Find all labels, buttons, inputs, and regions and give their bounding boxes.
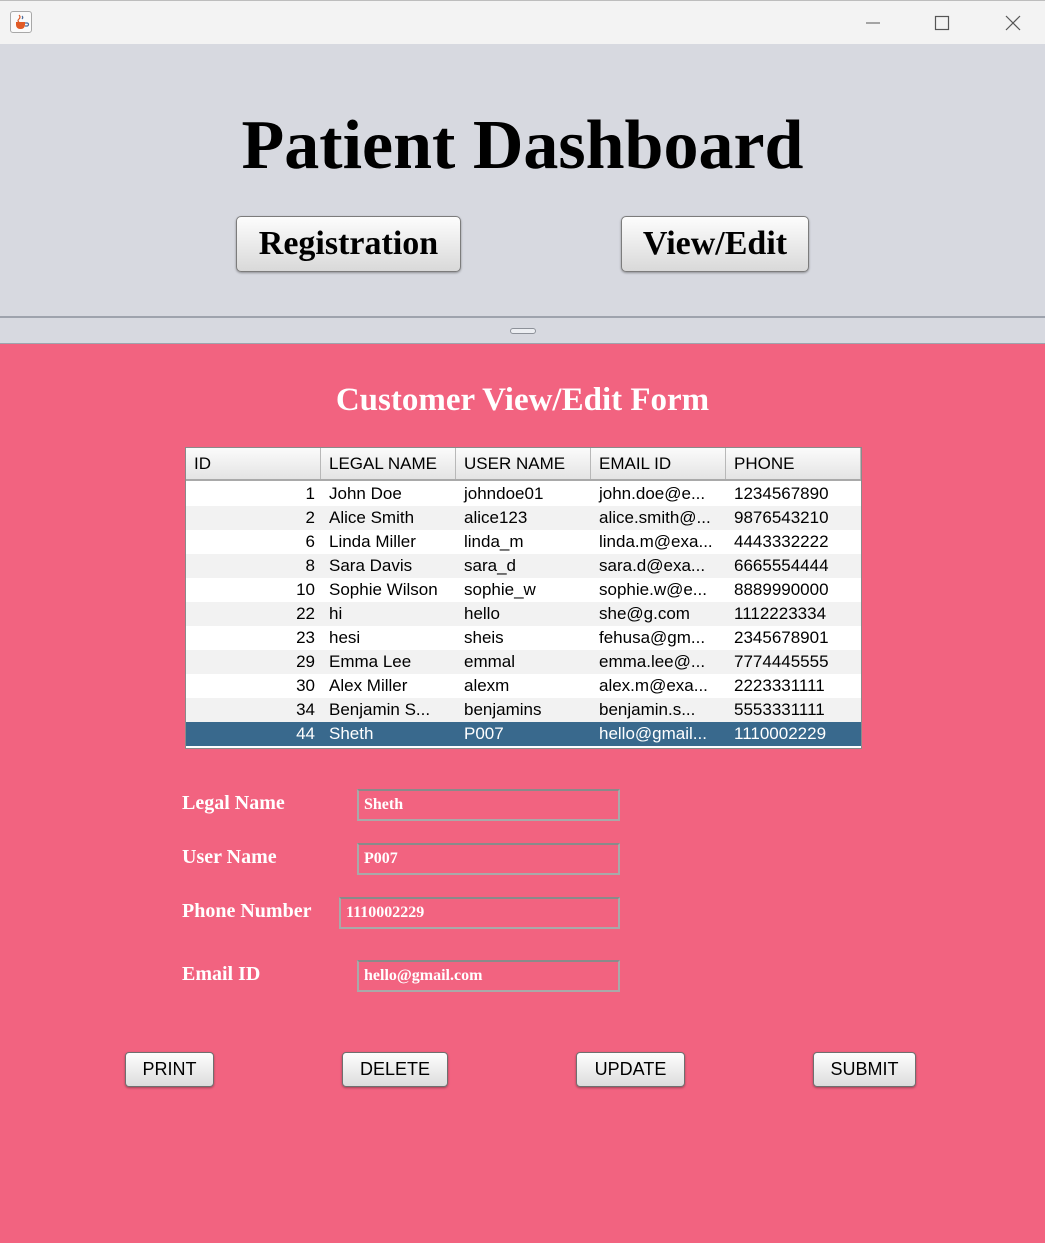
cell-user-name: sara_d: [464, 556, 516, 575]
view-edit-form-panel: Customer View/Edit Form ID LEGAL NAME US…: [0, 344, 1045, 1243]
cell-user-name: hello: [464, 604, 500, 623]
form-title: Customer View/Edit Form: [335, 382, 710, 418]
cell-user-name: alice123: [464, 508, 528, 527]
user-name-label: User Name: [182, 846, 277, 868]
customer-table: ID LEGAL NAME USER NAME EMAIL ID PHONE 1…: [185, 447, 862, 749]
cell-phone: 5553331111: [734, 700, 825, 719]
close-icon[interactable]: [990, 7, 1036, 39]
column-header-email-id[interactable]: EMAIL ID: [591, 448, 726, 479]
cell-user-name: linda_m: [464, 532, 524, 551]
column-header-legal-name[interactable]: LEGAL NAME: [321, 448, 456, 479]
cell-user-name: johndoe01: [464, 484, 544, 503]
cell-user-name: P007: [464, 724, 504, 743]
cell-legal-name: hesi: [329, 628, 361, 647]
table-row[interactable]: 23 hesi sheis fehusa@gm... 2345678901: [186, 626, 861, 650]
cell-email-id: sara.d@exa...: [599, 556, 706, 575]
cell-id: 10: [296, 580, 315, 599]
cell-user-name: sheis: [464, 628, 504, 647]
split-pane-divider[interactable]: [0, 316, 1045, 344]
delete-button[interactable]: DELETE: [342, 1052, 448, 1087]
cell-phone: 7774445555: [734, 652, 829, 671]
window-titlebar: [0, 0, 1045, 44]
cell-user-name: emmal: [464, 652, 516, 671]
table-row[interactable]: 1 John Doe johndoe01 john.doe@e... 123456789…: [186, 482, 861, 506]
cell-legal-name: Emma Lee: [329, 652, 412, 671]
java-coffee-icon: [10, 11, 32, 33]
page-title: Patient Dashboard: [241, 107, 804, 184]
cell-id: 34: [296, 700, 315, 719]
cell-email-id: she@g.com: [599, 604, 690, 623]
column-header-phone[interactable]: PHONE: [726, 448, 861, 479]
cell-email-id: alice.smith@...: [599, 508, 711, 527]
cell-id: 22: [296, 604, 315, 623]
cell-legal-name: Benjamin S...: [329, 700, 431, 719]
cell-phone: 9876543210: [734, 508, 829, 527]
cell-phone: 2345678901: [734, 628, 829, 647]
cell-email-id: benjamin.s...: [599, 700, 696, 719]
legal-name-label: Legal Name: [182, 792, 285, 814]
table-row[interactable]: 34 Benjamin S... benjamins benjamin.s... 555…: [186, 698, 861, 722]
table-header: ID LEGAL NAME USER NAME EMAIL ID PHONE: [186, 448, 861, 481]
user-name-field[interactable]: P007: [357, 843, 620, 875]
update-button[interactable]: UPDATE: [576, 1052, 685, 1087]
submit-button[interactable]: SUBMIT: [813, 1052, 916, 1087]
table-row[interactable]: 10 Sophie Wilson sophie_w sophie.w@e... 8889…: [186, 578, 861, 602]
cell-id: 8: [305, 556, 315, 575]
cell-user-name: benjamins: [464, 700, 542, 719]
table-row[interactable]: 6 Linda Miller linda_m linda.m@exa... 444333…: [186, 530, 861, 554]
registration-button[interactable]: Registration: [236, 216, 461, 272]
cell-phone: 6665554444: [734, 556, 829, 575]
cell-legal-name: Alice Smith: [329, 508, 415, 527]
column-header-id[interactable]: ID: [186, 448, 321, 479]
cell-phone: 1110002229: [734, 724, 827, 743]
cell-email-id: fehusa@gm...: [599, 628, 706, 647]
cell-email-id: alex.m@exa...: [599, 676, 708, 695]
email-id-label: Email ID: [182, 963, 261, 985]
cell-email-id: emma.lee@...: [599, 652, 706, 671]
cell-legal-name: John Doe: [329, 484, 402, 503]
table-row[interactable]: 29 Emma Lee emmal emma.lee@... 7774445555: [186, 650, 861, 674]
print-button[interactable]: PRINT: [125, 1052, 214, 1087]
cell-legal-name: Sara Davis: [329, 556, 413, 575]
cell-id: 29: [296, 652, 315, 671]
cell-legal-name: Sophie Wilson: [329, 580, 438, 599]
cell-phone: 1112223334: [734, 604, 827, 623]
cell-id: 2: [305, 508, 315, 527]
cell-id: 44: [296, 724, 315, 743]
table-row[interactable]: 8 Sara Davis sara_d sara.d@exa... 6665554444: [186, 554, 861, 578]
view-edit-button[interactable]: View/Edit: [621, 216, 809, 272]
table-row[interactable]: 44 Sheth P007 hello@gmail... 1110002229: [186, 722, 861, 746]
cell-phone: 4443332222: [734, 532, 829, 551]
cell-email-id: linda.m@exa...: [599, 532, 713, 551]
table-body: 1 John Doe johndoe01 john.doe@e... 123456789…: [186, 482, 861, 746]
cell-user-name: alexm: [464, 676, 510, 695]
cell-id: 1: [305, 484, 315, 503]
cell-phone: 8889990000: [734, 580, 829, 599]
cell-user-name: sophie_w: [464, 580, 536, 599]
cell-legal-name: Linda Miller: [329, 532, 416, 551]
cell-email-id: john.doe@e...: [599, 484, 706, 503]
cell-id: 6: [305, 532, 315, 551]
legal-name-field[interactable]: Sheth: [357, 789, 620, 821]
cell-legal-name: Alex Miller: [329, 676, 408, 695]
cell-email-id: hello@gmail...: [599, 724, 707, 743]
cell-legal-name: hi: [329, 604, 343, 623]
cell-legal-name: Sheth: [329, 724, 374, 743]
maximize-icon[interactable]: [919, 7, 965, 39]
cell-phone: 1234567890: [734, 484, 829, 503]
column-header-user-name[interactable]: USER NAME: [456, 448, 591, 479]
minimize-icon[interactable]: [850, 7, 896, 39]
cell-email-id: sophie.w@e...: [599, 580, 707, 599]
email-id-field[interactable]: hello@gmail.com: [357, 960, 620, 992]
cell-id: 23: [296, 628, 315, 647]
phone-number-field[interactable]: 1110002229: [339, 897, 620, 929]
cell-id: 30: [296, 676, 315, 695]
phone-number-label: Phone Number: [182, 900, 312, 922]
table-row[interactable]: 30 Alex Miller alexm alex.m@exa... 222333111…: [186, 674, 861, 698]
table-row[interactable]: 22 hi hello she@g.com 1112223334: [186, 602, 861, 626]
cell-phone: 2223331111: [734, 676, 825, 695]
divider-grip-handle[interactable]: [510, 328, 536, 334]
table-row[interactable]: 2 Alice Smith alice123 alice.smith@... 98765…: [186, 506, 861, 530]
dashboard-header-panel: Patient Dashboard Registration View/Edit: [0, 44, 1045, 316]
